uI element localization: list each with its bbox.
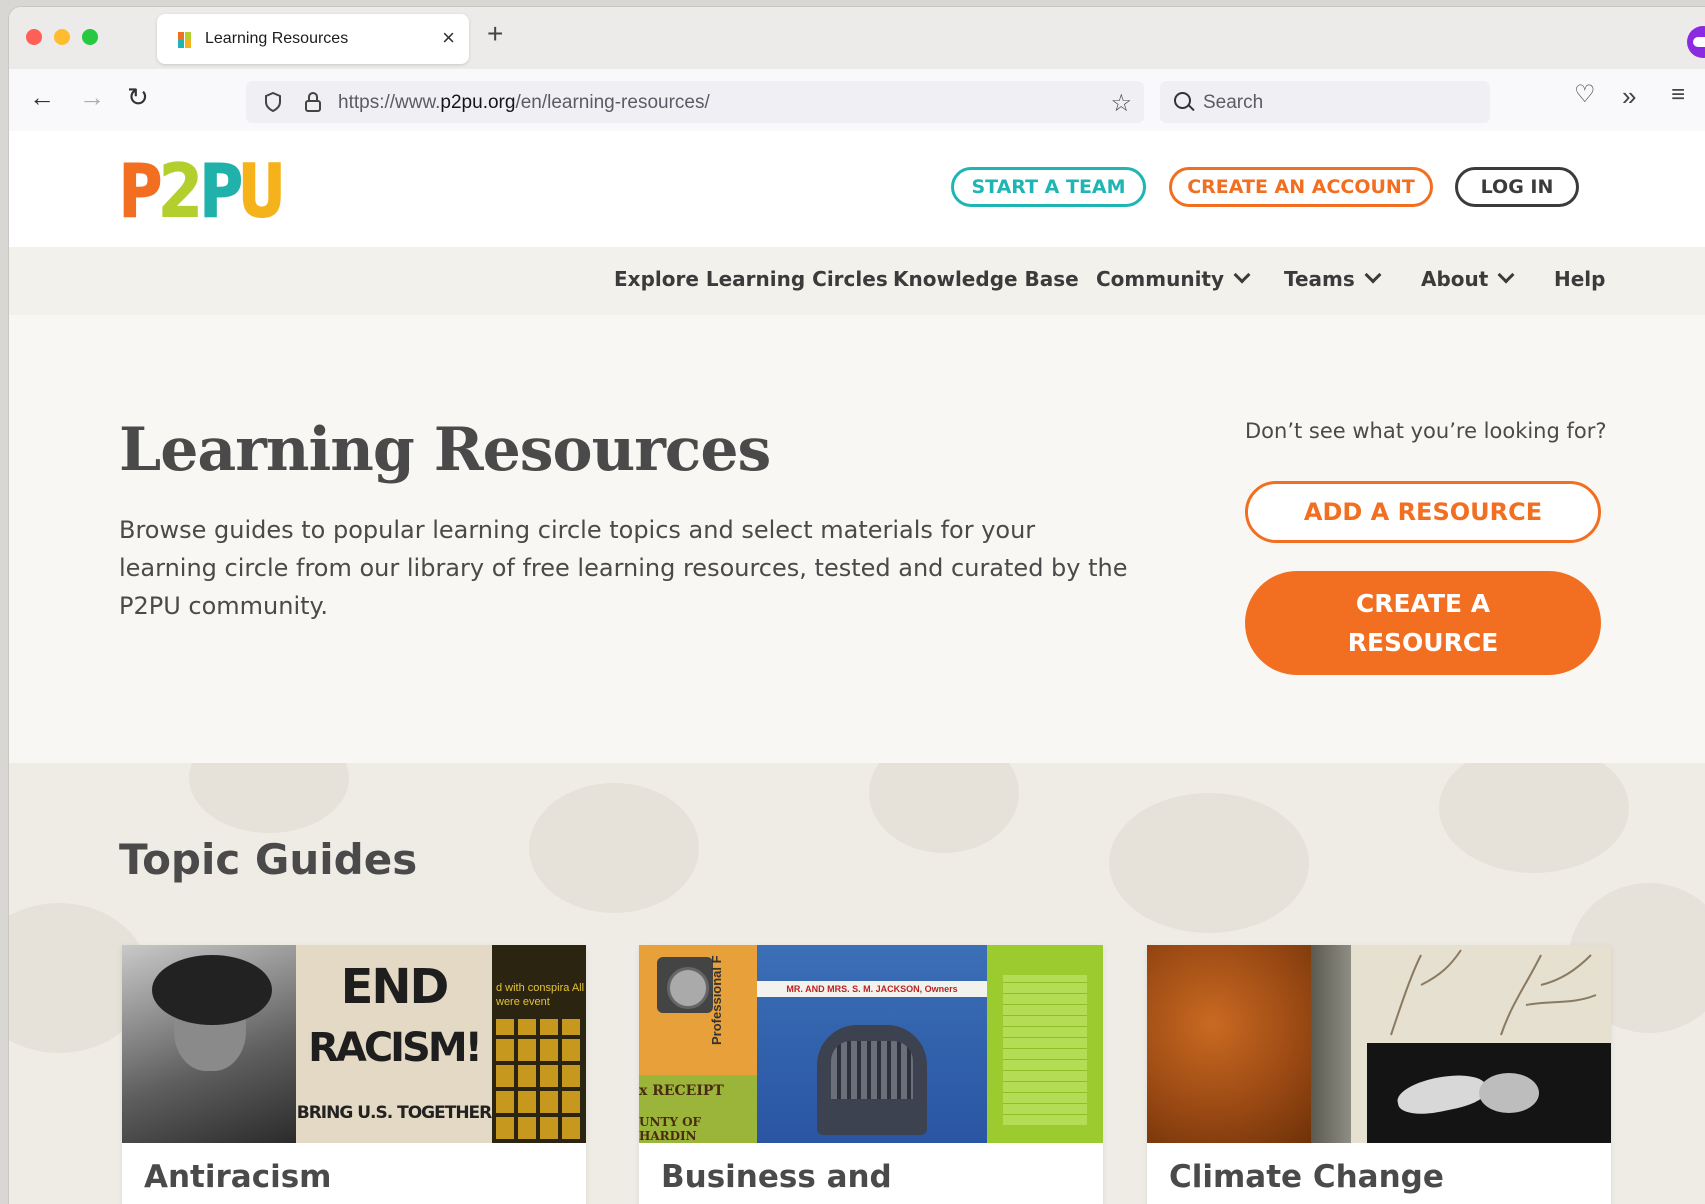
- hero-section: Learning Resources Browse guides to popu…: [9, 315, 1705, 763]
- moss-strip: [1311, 945, 1351, 1143]
- search-placeholder: Search: [1203, 92, 1264, 113]
- pocket-icon[interactable]: ♡: [1574, 83, 1596, 107]
- bookmark-star-icon[interactable]: ☆: [1110, 89, 1132, 118]
- site-header: P2PU START A TEAM CREATE AN ACCOUNT LOG …: [9, 131, 1705, 247]
- back-arrow-icon[interactable]: ←: [29, 84, 55, 110]
- close-window-button[interactable]: [26, 29, 42, 45]
- browser-window: Learning Resources × + ← → ↻ https://www…: [9, 7, 1705, 1204]
- overflow-chevrons-icon[interactable]: »: [1622, 83, 1636, 109]
- portrait-photo: [122, 945, 296, 1143]
- forest-aerial-photo: [1147, 945, 1311, 1143]
- chevron-down-icon: [1233, 266, 1251, 284]
- card-title: Climate Change: [1169, 1159, 1444, 1195]
- hamburger-menu-icon[interactable]: ≡: [1671, 83, 1685, 107]
- shield-icon[interactable]: [264, 92, 282, 112]
- create-account-button[interactable]: CREATE AN ACCOUNT: [1169, 167, 1433, 207]
- intro-paragraph: Browse guides to popular learning circle…: [119, 516, 1128, 620]
- lock-icon[interactable]: [304, 91, 322, 113]
- log-in-button[interactable]: LOG IN: [1455, 167, 1579, 207]
- camera-book-cover: Professional F x RECEIPT UNTY OF HARDIN: [639, 945, 757, 1143]
- add-resource-button[interactable]: ADD A RESOURCE: [1245, 481, 1601, 543]
- tab-learning-resources[interactable]: Learning Resources ×: [157, 14, 469, 64]
- ledger-paper: [987, 945, 1103, 1143]
- main-navigation: Explore Learning Circles Knowledge Base …: [9, 247, 1705, 315]
- search-input[interactable]: Search: [1160, 81, 1490, 123]
- page-title: Learning Resources: [119, 415, 771, 485]
- create-resource-button[interactable]: CREATE A RESOURCE: [1245, 571, 1601, 675]
- tab-title: Learning Resources: [205, 30, 349, 47]
- chevron-down-icon: [1364, 266, 1382, 284]
- extension-mask-icon[interactable]: [1687, 26, 1705, 58]
- topic-card-climate-change[interactable]: Climate Change: [1147, 945, 1611, 1204]
- navigation-toolbar: ← → ↻ https://www.p2pu.org/en/learning-r…: [9, 69, 1705, 132]
- bird-skull-photo: [1367, 1043, 1611, 1143]
- p2pu-favicon-icon: [178, 32, 192, 48]
- business-collage-image: Professional F x RECEIPT UNTY OF HARDIN …: [639, 945, 1103, 1143]
- url-text[interactable]: https://www.p2pu.org/en/learning-resourc…: [338, 92, 710, 114]
- cash-register-photo: MR. AND MRS. S. M. JACKSON, Owners: [757, 945, 987, 1143]
- grid-poster: d with conspira All were event: [492, 945, 586, 1143]
- p2pu-logo[interactable]: P2PU: [118, 154, 284, 228]
- chevron-down-icon: [1497, 266, 1515, 284]
- address-bar[interactable]: https://www.p2pu.org/en/learning-resourc…: [246, 81, 1144, 123]
- start-a-team-button[interactable]: START A TEAM: [951, 167, 1146, 207]
- background-shape: [1439, 763, 1629, 873]
- end-racism-poster: END RACISM! BRING U.S. TOGETHER: [296, 945, 492, 1143]
- nav-teams[interactable]: Teams: [1284, 266, 1382, 291]
- nav-community[interactable]: Community: [1096, 266, 1251, 291]
- cta-question: Don’t see what you’re looking for?: [1245, 419, 1607, 443]
- forward-arrow-icon[interactable]: →: [79, 84, 105, 110]
- new-tab-button[interactable]: +: [487, 20, 503, 48]
- minimize-window-button[interactable]: [54, 29, 70, 45]
- antiracism-collage-image: END RACISM! BRING U.S. TOGETHER d with c…: [122, 945, 586, 1143]
- card-title: Antiracism: [144, 1159, 332, 1195]
- reload-icon[interactable]: ↻: [127, 84, 149, 110]
- nav-about[interactable]: About: [1421, 266, 1515, 291]
- search-icon: [1174, 92, 1191, 109]
- nav-explore-learning-circles[interactable]: Explore Learning Circles: [614, 267, 888, 291]
- background-shape: [189, 763, 349, 833]
- botanical-specimen: [1351, 945, 1611, 1143]
- topic-card-business[interactable]: Professional F x RECEIPT UNTY OF HARDIN …: [639, 945, 1103, 1204]
- nav-knowledge-base[interactable]: Knowledge Base: [893, 267, 1079, 291]
- climate-collage-image: [1147, 945, 1611, 1143]
- close-tab-icon[interactable]: ×: [442, 25, 455, 51]
- topic-guides-section: Topic Guides END RACISM! BRING U.S. TOGE…: [9, 763, 1705, 1204]
- tab-bar: Learning Resources × +: [9, 7, 1705, 69]
- card-title: Business and: [661, 1159, 892, 1195]
- background-shape: [529, 783, 699, 913]
- background-shape: [1109, 793, 1309, 933]
- zoom-window-button[interactable]: [82, 29, 98, 45]
- topic-card-antiracism[interactable]: END RACISM! BRING U.S. TOGETHER d with c…: [122, 945, 586, 1204]
- background-shape: [869, 763, 1019, 853]
- nav-help[interactable]: Help: [1554, 267, 1605, 291]
- topic-guides-heading: Topic Guides: [119, 835, 418, 884]
